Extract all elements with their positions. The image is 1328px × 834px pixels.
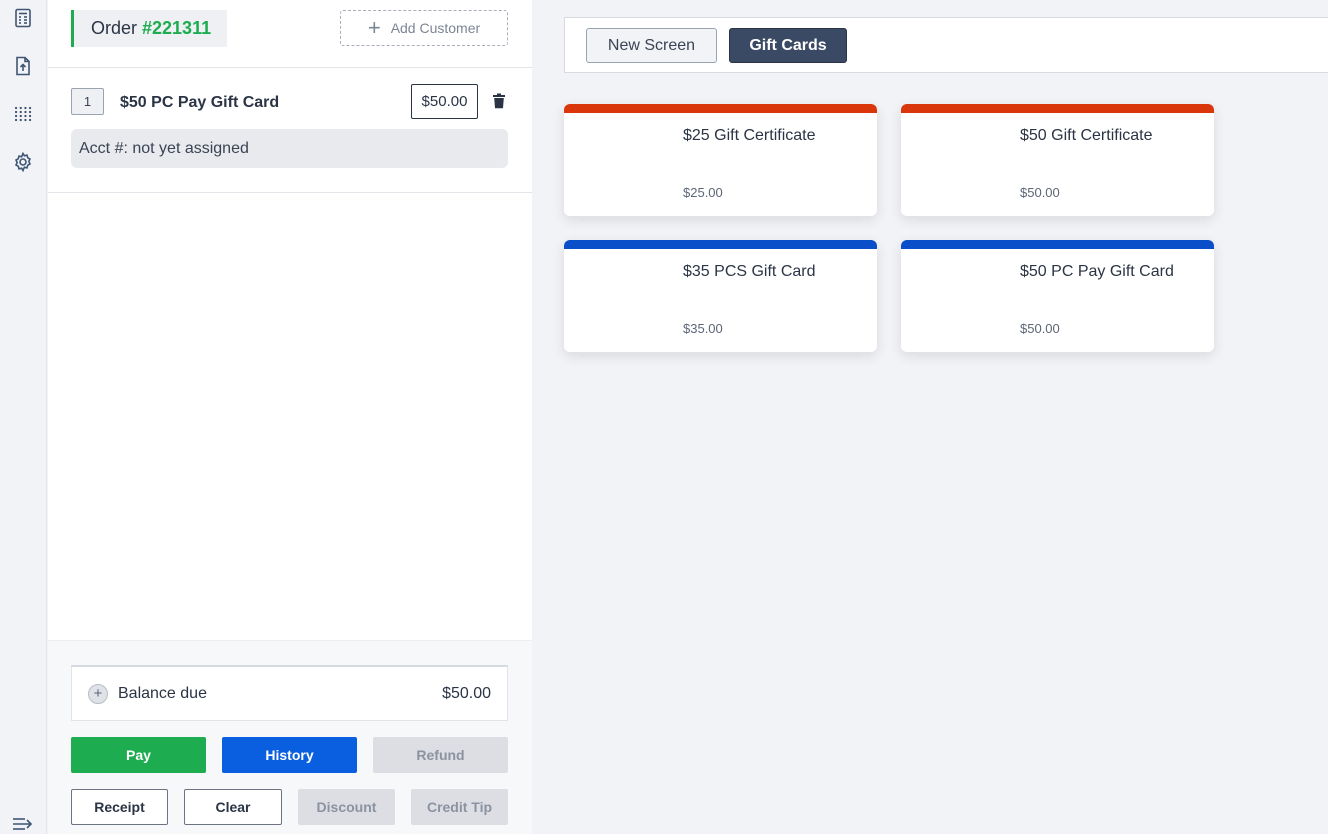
screen-tabs-bar: New Screen Gift Cards xyxy=(564,17,1328,73)
order-label: Order xyxy=(91,18,143,38)
add-customer-button[interactable]: + Add Customer xyxy=(340,10,508,46)
collapse-menu-icon[interactable] xyxy=(12,816,34,832)
product-tile[interactable]: $50 Gift Certificate $50.00 xyxy=(901,104,1214,216)
tile-color-bar xyxy=(564,240,877,249)
tile-name: $25 Gift Certificate xyxy=(683,127,816,144)
nav-rail xyxy=(0,0,47,834)
grid-dots-icon[interactable] xyxy=(12,103,34,125)
order-number: #221311 xyxy=(142,18,212,38)
file-upload-icon[interactable] xyxy=(12,55,34,77)
refund-button[interactable]: Refund xyxy=(373,737,508,773)
tile-name: $35 PCS Gift Card xyxy=(683,263,816,280)
balance-due-label: Balance due xyxy=(118,684,207,702)
tile-color-bar xyxy=(901,104,1214,113)
order-panel: Order #221311 + Add Customer 1 $50 PC Pa… xyxy=(48,0,532,834)
tile-price: $25.00 xyxy=(683,185,723,200)
item-price-field[interactable]: $50.00 xyxy=(411,84,478,119)
account-number-note: Acct #: not yet assigned xyxy=(71,129,508,168)
tile-price: $35.00 xyxy=(683,321,723,336)
plus-icon: + xyxy=(367,15,381,40)
expand-plus-icon[interactable]: + xyxy=(88,683,108,704)
order-line-item[interactable]: 1 $50 PC Pay Gift Card $50.00 Acct #: no… xyxy=(48,68,532,193)
discount-button[interactable]: Discount xyxy=(298,789,395,825)
trash-icon[interactable] xyxy=(492,93,506,109)
quantity-box[interactable]: 1 xyxy=(71,88,104,115)
add-customer-label: Add Customer xyxy=(390,20,481,36)
tile-name: $50 PC Pay Gift Card xyxy=(1020,263,1174,280)
clear-button[interactable]: Clear xyxy=(184,789,282,825)
gear-icon[interactable] xyxy=(12,151,34,173)
balance-due-value: $50.00 xyxy=(442,684,491,702)
totals-section: + Balance due $50.00 Pay History Refund … xyxy=(48,640,532,834)
tab-gift-cards[interactable]: Gift Cards xyxy=(729,28,847,63)
history-button[interactable]: History xyxy=(222,737,357,773)
receipt-button[interactable]: Receipt xyxy=(71,789,168,825)
tile-color-bar xyxy=(901,240,1214,249)
balance-due-row: + Balance due $50.00 xyxy=(71,665,508,721)
product-tile[interactable]: $35 PCS Gift Card $35.00 xyxy=(564,240,877,352)
tile-color-bar xyxy=(564,104,877,113)
pay-button[interactable]: Pay xyxy=(71,737,206,773)
product-tile[interactable]: $25 Gift Certificate $25.00 xyxy=(564,104,877,216)
item-name: $50 PC Pay Gift Card xyxy=(120,94,280,111)
tile-price: $50.00 xyxy=(1020,185,1060,200)
order-title: Order #221311 xyxy=(71,10,228,47)
credit-tip-button[interactable]: Credit Tip xyxy=(411,789,508,825)
tile-price: $50.00 xyxy=(1020,321,1060,336)
calculator-icon[interactable] xyxy=(12,7,34,29)
product-tile[interactable]: $50 PC Pay Gift Card $50.00 xyxy=(901,240,1214,352)
tab-new-screen[interactable]: New Screen xyxy=(586,28,717,63)
tile-name: $50 Gift Certificate xyxy=(1020,127,1153,144)
order-header: Order #221311 + Add Customer xyxy=(48,0,532,68)
